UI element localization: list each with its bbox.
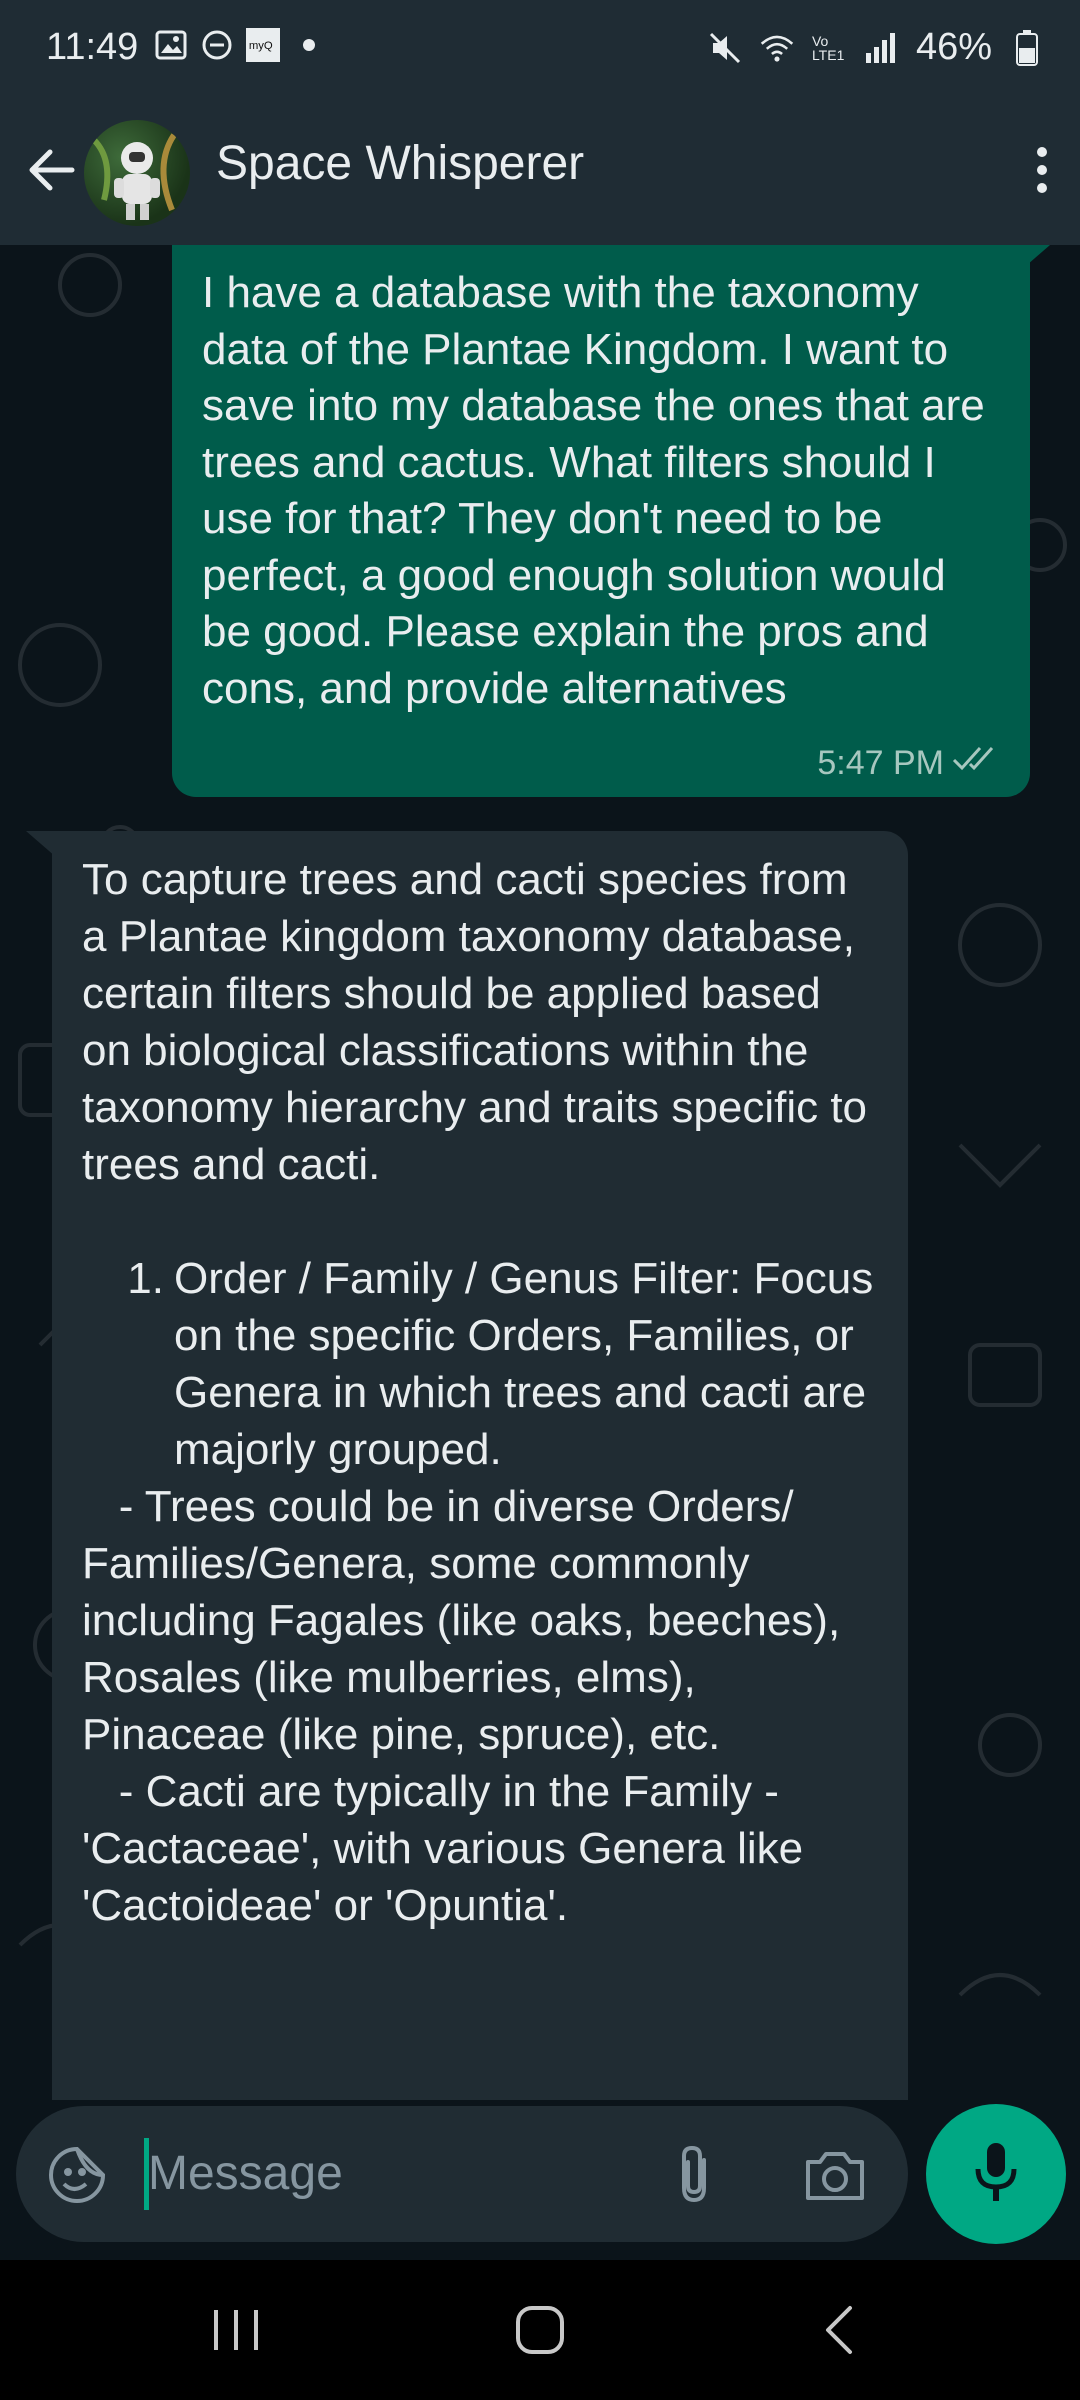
network-label: Vo LTE1 — [811, 32, 845, 63]
battery-icon — [1010, 29, 1044, 66]
status-time: 11:49 — [46, 26, 139, 68]
mute-icon — [708, 31, 742, 65]
incoming-intro-text: To capture trees and cacti species from … — [82, 855, 880, 1189]
arrow-left-icon[interactable] — [20, 138, 84, 202]
nav-back-icon[interactable] — [820, 2304, 860, 2356]
message-input[interactable]: Message — [16, 2106, 908, 2242]
outgoing-message[interactable]: I have a database with the taxonomy data… — [172, 245, 1030, 797]
myq-app-icon: myQ — [246, 28, 280, 62]
outgoing-message-text: I have a database with the taxonomy data… — [202, 268, 997, 713]
signal-icon — [864, 31, 898, 65]
battery-percent: 46% — [915, 26, 992, 68]
status-right-icons: Vo LTE1 46% — [708, 26, 1044, 69]
do-not-disturb-icon — [200, 28, 234, 62]
list-item: 1. Order / Family / Genus Filter: Focus … — [82, 1250, 878, 1478]
list-number: 1. — [127, 1254, 164, 1303]
more-vertical-icon[interactable] — [1022, 138, 1062, 202]
sticker-icon[interactable] — [46, 2144, 108, 2206]
chat-header: Space Whisperer — [0, 100, 1080, 245]
contact-name[interactable]: Space Whisperer — [216, 136, 584, 191]
status-left-icons: myQ — [154, 28, 326, 62]
message-time: 5:47 PM — [817, 744, 944, 782]
status-bar: 11:49 myQ Vo LTE1 46% — [0, 0, 1080, 100]
list-text: Order / Family / Genus Filter: Focus on … — [174, 1254, 886, 1474]
avatar[interactable] — [84, 120, 190, 226]
bullet-cacti: - Cacti are typically in the Family - 'C… — [82, 1767, 816, 1930]
system-nav-bar — [0, 2260, 1080, 2400]
message-placeholder: Message — [148, 2147, 343, 2200]
dot-indicator-icon — [292, 28, 326, 62]
home-icon[interactable] — [512, 2304, 568, 2356]
chat-area[interactable]: I have a database with the taxonomy data… — [0, 245, 1080, 2100]
bullet-trees: - Trees could be in diverse Orders/ Fami… — [82, 1482, 853, 1759]
incoming-message[interactable]: To capture trees and cacti species from … — [52, 831, 908, 2100]
svg-text:myQ: myQ — [249, 40, 273, 52]
composer-bar: Message — [0, 2100, 1080, 2260]
recent-apps-icon[interactable] — [208, 2306, 264, 2354]
microphone-icon — [972, 2139, 1020, 2210]
double-check-icon — [952, 744, 1002, 783]
camera-icon[interactable] — [802, 2146, 868, 2204]
paperclip-icon[interactable] — [666, 2142, 722, 2206]
message-meta: 5:47 PM — [817, 744, 1002, 783]
wifi-icon — [760, 31, 794, 65]
voice-record-button[interactable] — [926, 2104, 1066, 2244]
gallery-notification-icon — [154, 28, 188, 62]
